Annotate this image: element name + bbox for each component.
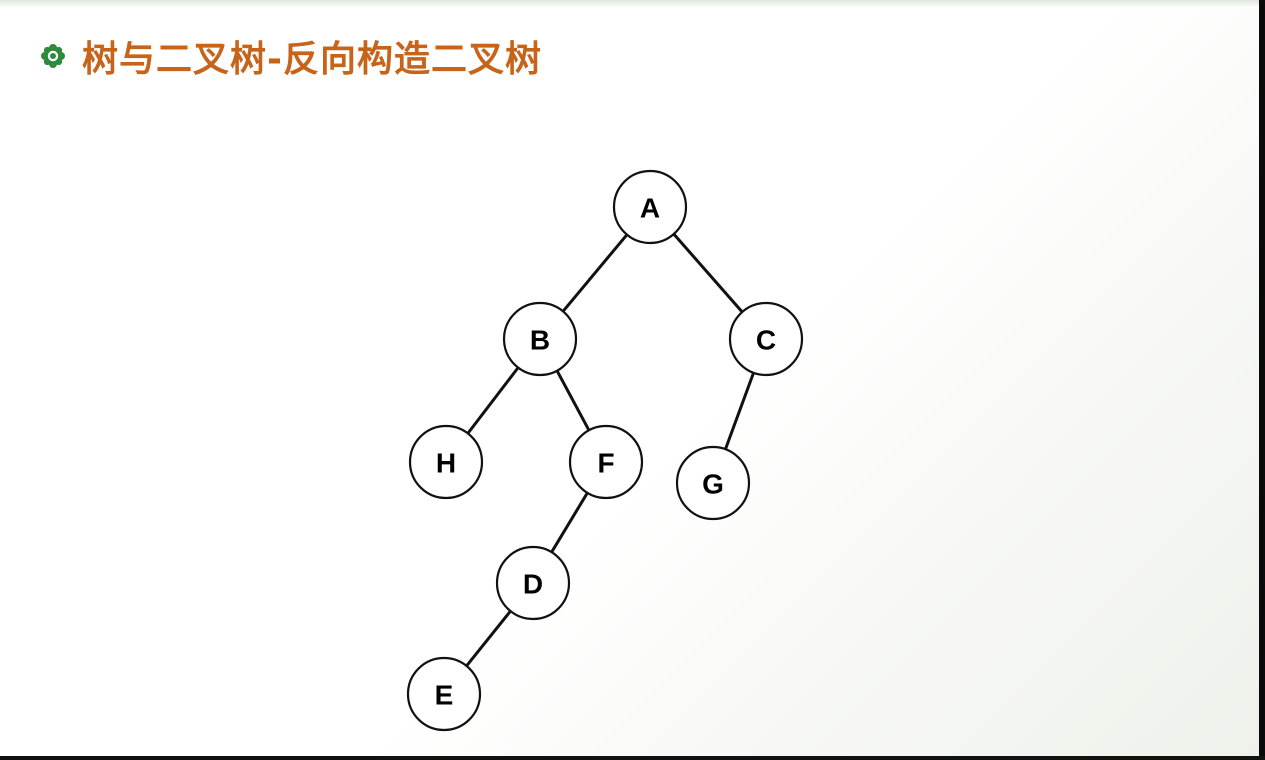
- edge-b-f: [555, 369, 591, 432]
- tree-node-c: C: [728, 301, 804, 377]
- node-label: G: [702, 469, 724, 500]
- tree-node-g: G: [675, 445, 751, 521]
- tree-nodes: A B C H F G D E: [406, 169, 804, 732]
- edge-b-h: [466, 366, 520, 435]
- screen-edge-right: [1259, 0, 1265, 760]
- tree-node-h: H: [408, 424, 484, 500]
- edge-a-b: [561, 233, 629, 313]
- node-label: D: [523, 569, 543, 600]
- node-label: E: [435, 680, 454, 711]
- edge-a-c: [672, 232, 744, 314]
- node-label: B: [530, 325, 550, 356]
- slide: 树与二叉树-反向构造二叉树 ABCHFGDE: [0, 0, 1265, 760]
- tree-node-d: D: [495, 545, 571, 621]
- tree-node-e: E: [406, 656, 482, 732]
- tree-node-f: F: [568, 424, 644, 500]
- tree-node-a: A: [612, 169, 688, 245]
- tree-node-b: B: [502, 301, 578, 377]
- screen-edge-bottom: [0, 756, 1265, 760]
- edge-f-d: [550, 491, 589, 554]
- node-label: C: [756, 325, 776, 356]
- node-label: F: [597, 448, 614, 479]
- binary-tree-diagram: A B C H F G D E: [406, 169, 804, 732]
- node-label: H: [436, 448, 456, 479]
- edge-d-e: [465, 609, 512, 668]
- node-label: A: [640, 193, 660, 224]
- edge-c-g: [723, 371, 756, 451]
